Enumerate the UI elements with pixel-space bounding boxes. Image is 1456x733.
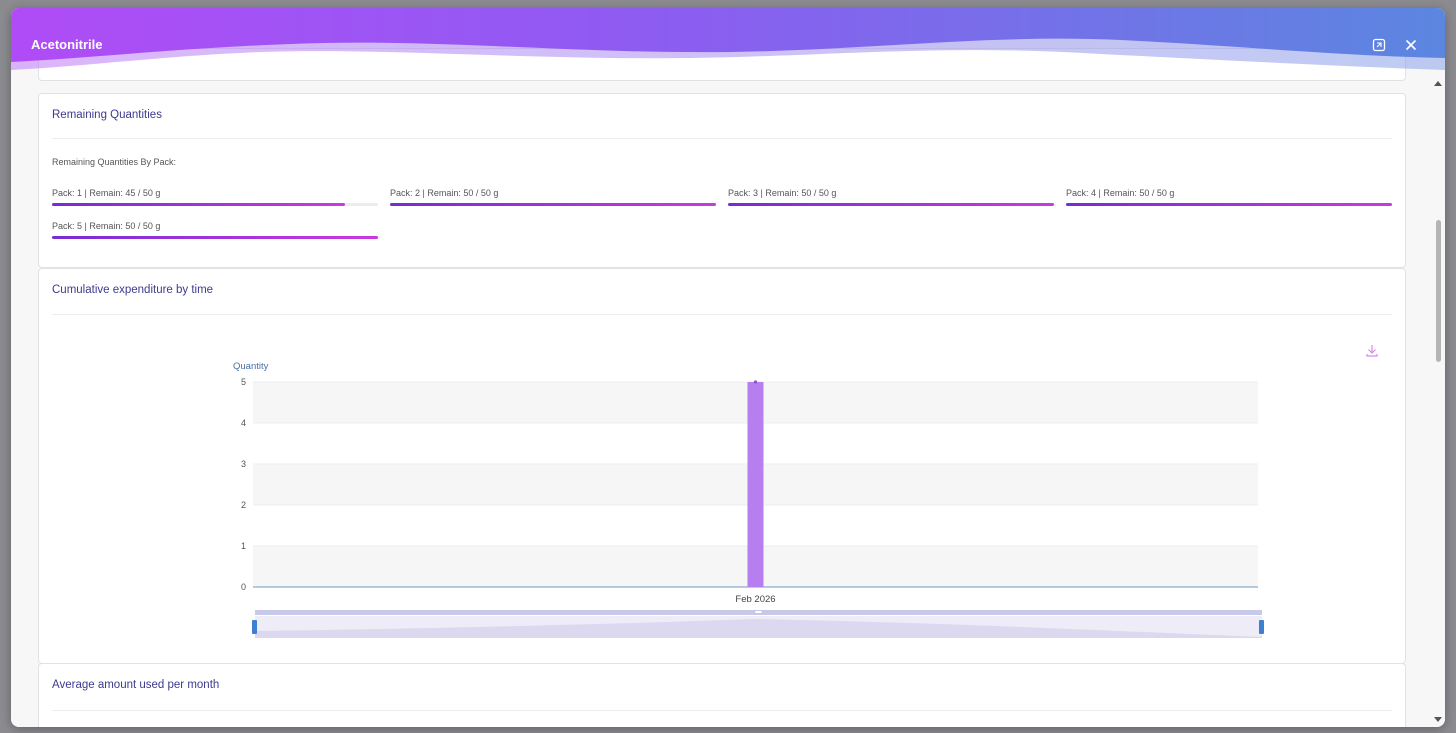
- pack-label: Pack: 5 | Remain: 50 / 50 g: [52, 221, 161, 231]
- y-tick-label: 2: [241, 500, 246, 510]
- pack-label: Pack: 4 | Remain: 50 / 50 g: [1066, 188, 1175, 198]
- zoom-handle-right: [1259, 620, 1264, 634]
- pack-item-1: Pack: 1 | Remain: 45 / 50 g: [52, 188, 378, 206]
- detail-modal: Remaining Quantities Remaining Quantitie…: [11, 8, 1445, 727]
- y-axis-label: Quantity: [233, 361, 269, 372]
- y-tick-label: 4: [241, 418, 246, 428]
- pack-item-4: Pack: 4 | Remain: 50 / 50 g: [1066, 188, 1392, 206]
- pack-item-2: Pack: 2 | Remain: 50 / 50 g: [390, 188, 716, 206]
- header-wave: [11, 8, 1445, 70]
- zoom-handle-left: [252, 620, 257, 634]
- y-tick-label: 0: [241, 582, 246, 592]
- bar: [747, 382, 764, 587]
- cumulative-expenditure-card: Cumulative expenditure by time 0 1 2 3 4 5 Qua…: [38, 268, 1406, 664]
- pack-label: Pack: 1 | Remain: 45 / 50 g: [52, 188, 161, 198]
- scroll-up-arrow[interactable]: [1434, 81, 1442, 86]
- remaining-quantities-card: Remaining Quantities Remaining Quantitie…: [38, 93, 1406, 268]
- zoom-grip: [755, 611, 762, 613]
- pack-progress-track: [52, 203, 378, 206]
- modal-content: Remaining Quantities Remaining Quantitie…: [11, 8, 1445, 727]
- close-icon[interactable]: [1402, 36, 1420, 54]
- download-icon[interactable]: [1366, 345, 1378, 357]
- average-usage-card: Average amount used per month: [38, 663, 1406, 727]
- pack-progress-fill: [728, 203, 1054, 206]
- remaining-by-pack-label: Remaining Quantities By Pack:: [52, 157, 177, 167]
- pack-item-5: Pack: 5 | Remain: 50 / 50 g: [52, 221, 378, 239]
- pack-progress-fill: [390, 203, 716, 206]
- pack-progress-fill: [52, 236, 378, 239]
- pack-progress-track: [390, 203, 716, 206]
- modal-header: Acetonitrile: [11, 8, 1445, 80]
- vertical-scrollbar[interactable]: [1432, 78, 1445, 727]
- remaining-quantities-title: Remaining Quantities: [52, 109, 162, 121]
- y-tick-label: 3: [241, 459, 246, 469]
- bar-point: [753, 380, 758, 384]
- pack-item-3: Pack: 3 | Remain: 50 / 50 g: [728, 188, 1054, 206]
- scroll-down-arrow[interactable]: [1434, 717, 1442, 722]
- y-tick-label: 5: [241, 377, 246, 387]
- scroll-thumb[interactable]: [1436, 220, 1441, 362]
- pack-label: Pack: 2 | Remain: 50 / 50 g: [390, 188, 499, 198]
- card-divider: [52, 138, 1392, 139]
- x-tick-label: Feb 2026: [735, 594, 775, 605]
- card-divider: [52, 710, 1392, 711]
- pack-label: Pack: 3 | Remain: 50 / 50 g: [728, 188, 837, 198]
- average-usage-title: Average amount used per month: [52, 679, 220, 691]
- y-tick-label: 1: [241, 541, 246, 551]
- pack-progress-track: [52, 236, 378, 239]
- modal-title: Acetonitrile: [31, 37, 103, 52]
- pack-progress-fill: [52, 203, 346, 206]
- expand-icon[interactable]: [1370, 36, 1388, 54]
- cumulative-expenditure-chart: 0 1 2 3 4 5 Quantity Feb 2026: [233, 345, 1378, 638]
- pack-progress-track: [1066, 203, 1392, 206]
- pack-progress-fill: [1066, 203, 1392, 206]
- pack-progress-track: [728, 203, 1054, 206]
